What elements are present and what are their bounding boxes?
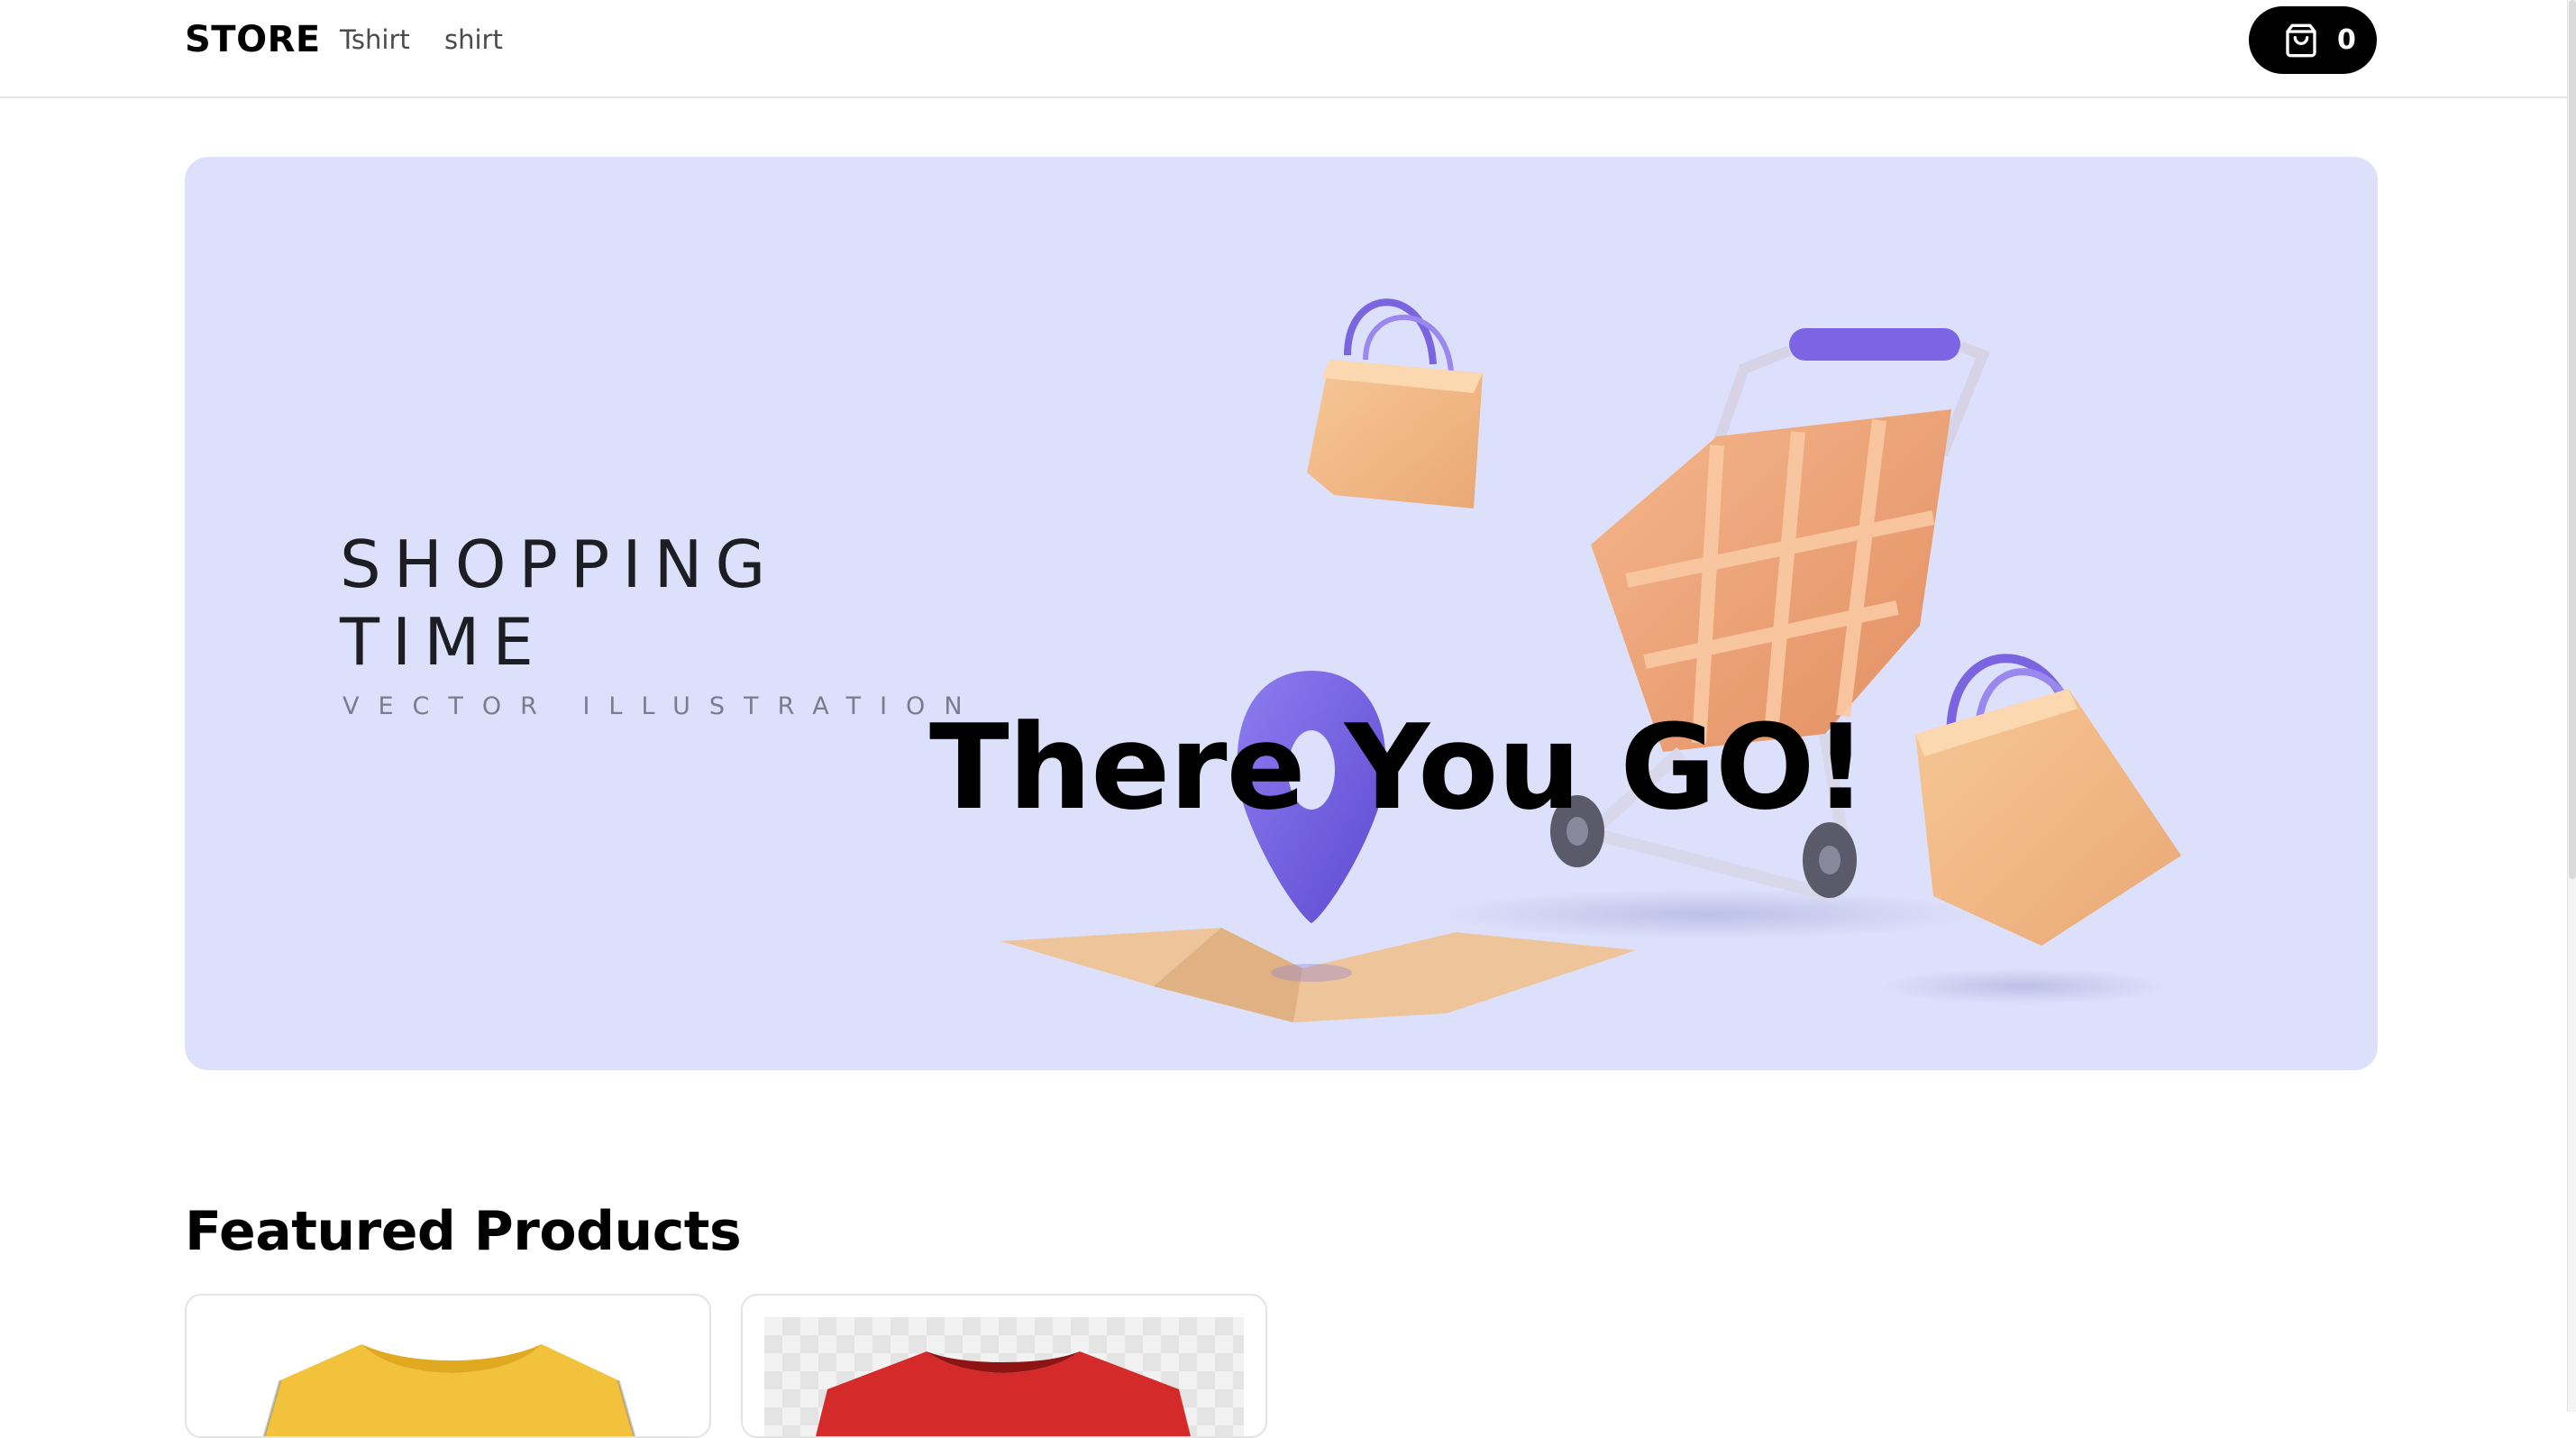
cart-count: 0 xyxy=(2337,23,2356,56)
shopping-bag-icon xyxy=(2283,23,2319,59)
product-card[interactable] xyxy=(185,1294,711,1438)
product-image-red-tshirt xyxy=(764,1317,1244,1436)
cart-button[interactable]: 0 xyxy=(2249,6,2377,74)
billboard-image-text: SHOPPING xyxy=(340,527,779,602)
scrollbar-thumb[interactable] xyxy=(2569,0,2576,879)
nav-link-tshirt[interactable]: Tshirt xyxy=(340,23,410,56)
billboard-image-text: VECTOR ILLUSTRATION xyxy=(343,692,982,720)
nav-link-shirt[interactable]: shirt xyxy=(444,23,503,56)
shopping-bag-illustration xyxy=(1915,654,2181,946)
featured-products-title: Featured Products xyxy=(185,1200,742,1263)
billboard-image-text: TIME xyxy=(340,604,546,680)
billboard-title: There You GO! xyxy=(929,699,1868,836)
product-card[interactable] xyxy=(741,1294,1267,1438)
product-image-yellow-tshirt xyxy=(208,1317,688,1436)
navbar: STORE Tshirt shirt 0 xyxy=(0,0,2567,98)
billboard: SHOPPING TIME VECTOR ILLUSTRATION There … xyxy=(185,157,2378,1070)
shopping-bag-illustration xyxy=(1307,298,1483,508)
billboard-image: SHOPPING TIME VECTOR ILLUSTRATION xyxy=(185,157,2378,1070)
store-logo-link[interactable]: STORE xyxy=(185,18,321,61)
